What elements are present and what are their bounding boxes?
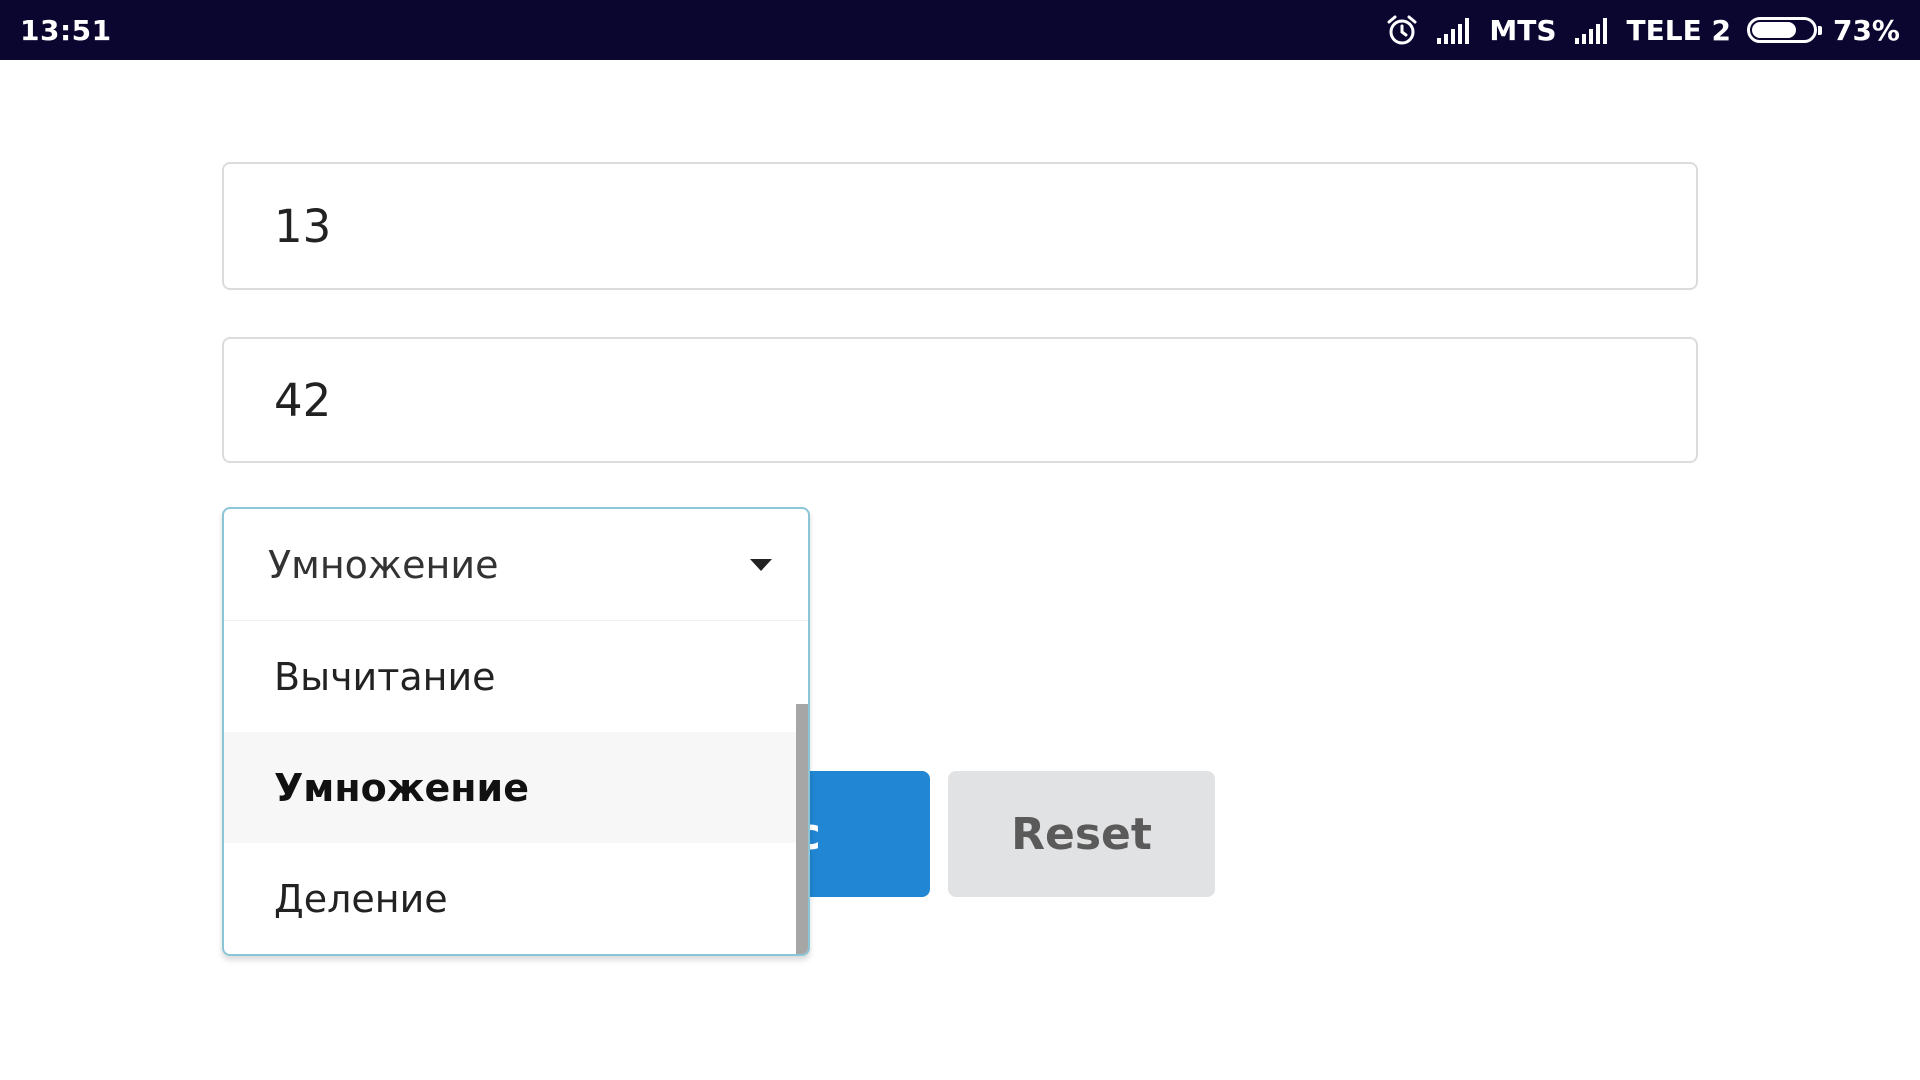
reset-button-label: Reset — [1011, 808, 1152, 860]
operation-options: Вычитание Умножение Деление — [224, 621, 808, 954]
operation-selected-label: Умножение — [268, 542, 499, 587]
option-multiplication[interactable]: Умножение — [224, 732, 808, 843]
alarm-icon — [1385, 13, 1419, 47]
battery-tip — [1817, 26, 1822, 35]
operation-select[interactable]: Умножение Вычитание Умножение Деление — [222, 507, 810, 956]
signal-icon — [1435, 16, 1473, 44]
signal-icon — [1573, 16, 1611, 44]
operation-select-current[interactable]: Умножение — [224, 509, 808, 621]
first-number-input[interactable] — [222, 162, 1698, 290]
calculator-page: 13:51 MTS TELE 2 73% 13 42 Reset Умножен… — [0, 0, 1920, 1080]
status-time: 13:51 — [20, 13, 112, 47]
second-number-input[interactable] — [222, 337, 1698, 463]
option-label: Умножение — [274, 765, 529, 810]
battery-percent: 73% — [1832, 13, 1900, 47]
reset-button[interactable]: Reset — [948, 771, 1215, 897]
battery-level — [1751, 22, 1796, 38]
status-right: MTS TELE 2 73% — [1385, 13, 1900, 47]
caret-down-icon — [750, 558, 772, 571]
dropdown-scrollbar[interactable] — [796, 704, 808, 954]
option-subtraction[interactable]: Вычитание — [224, 621, 808, 732]
carrier-1: MTS — [1489, 13, 1557, 47]
carrier-2: TELE 2 — [1626, 13, 1731, 47]
status-bar: 13:51 MTS TELE 2 73% — [0, 0, 1920, 60]
battery-icon — [1746, 17, 1822, 43]
option-label: Деление — [274, 876, 448, 921]
option-division[interactable]: Деление — [224, 843, 808, 954]
option-label: Вычитание — [274, 654, 496, 699]
